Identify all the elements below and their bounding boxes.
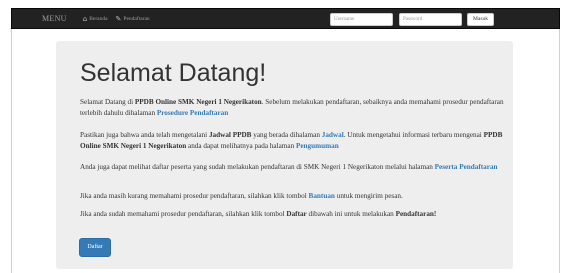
prosedure-link[interactable]: Prosedure Pendaftaran: [157, 109, 228, 117]
schedule-text-1: Pastikan juga bahwa anda telah mengetala…: [80, 131, 209, 139]
nav-link-beranda-label: Beranda: [89, 15, 108, 22]
help-text-1: Jika anda masih kurang memahami prosedur…: [80, 192, 309, 200]
navbar-brand[interactable]: MENU: [42, 14, 67, 23]
schedule-paragraph: Pastikan juga bahwa anda telah mengetala…: [80, 130, 505, 152]
home-icon: ⌂: [82, 14, 88, 23]
intro-text-1: Selamat Datang di: [80, 98, 135, 106]
jadwal-link[interactable]: Jadwal: [322, 131, 344, 139]
nav-link-pendaftaran[interactable]: ✎ Pendaftaran: [116, 15, 150, 23]
participants-paragraph: Anda juga dapat melihat daftar peserta y…: [80, 162, 505, 173]
daftar-button[interactable]: Daftar: [79, 238, 111, 257]
schedule-text-2: yang berada dihalaman: [251, 131, 322, 139]
password-input[interactable]: Password: [399, 13, 462, 26]
intro-school-name: PPDB Online SMK Negeri 1 Negerikaton: [134, 98, 262, 106]
nav-link-pendaftaran-label: Pendaftaran: [123, 15, 150, 22]
register-text-2: dibawah ini untuk melakukan: [306, 210, 396, 218]
help-paragraph: Jika anda masih kurang memahami prosedur…: [80, 191, 505, 202]
pencil-icon: ✎: [115, 14, 122, 23]
intro-paragraph: Selamat Datang di PPDB Online SMK Negeri…: [80, 97, 505, 119]
schedule-bold-jadwal: Jadwal PPDB: [208, 131, 252, 139]
participants-text-1: Anda juga dapat melihat daftar peserta y…: [80, 163, 435, 171]
bantuan-link[interactable]: Bantuan: [309, 192, 335, 200]
register-text-1: Jika anda sudah memahami prosedur pendaf…: [80, 210, 287, 218]
register-paragraph: Jika anda sudah memahami prosedur pendaf…: [80, 209, 505, 220]
pengumuman-link[interactable]: Pengumuman: [296, 142, 339, 150]
schedule-text-4: anda dapat melihatnya pada halaman: [186, 142, 296, 150]
register-bold-pendaftaran: Pendaftaran!: [395, 210, 437, 218]
peserta-link[interactable]: Peserta Pendaftaran: [435, 163, 498, 171]
welcome-title: Selamat Datang!: [80, 59, 267, 87]
login-button[interactable]: Masuk: [467, 13, 494, 26]
nav-link-beranda[interactable]: ⌂ Beranda: [83, 15, 108, 23]
schedule-text-3: . Untuk mengetahui informasi terbaru men…: [343, 131, 484, 139]
top-navbar: MENU ⌂ Beranda ✎ Pendaftaran Username Pa…: [11, 8, 560, 29]
help-text-2: untuk mengirim pesan.: [334, 192, 403, 200]
username-input[interactable]: Username: [330, 13, 393, 26]
register-bold-daftar: Daftar: [286, 210, 307, 218]
